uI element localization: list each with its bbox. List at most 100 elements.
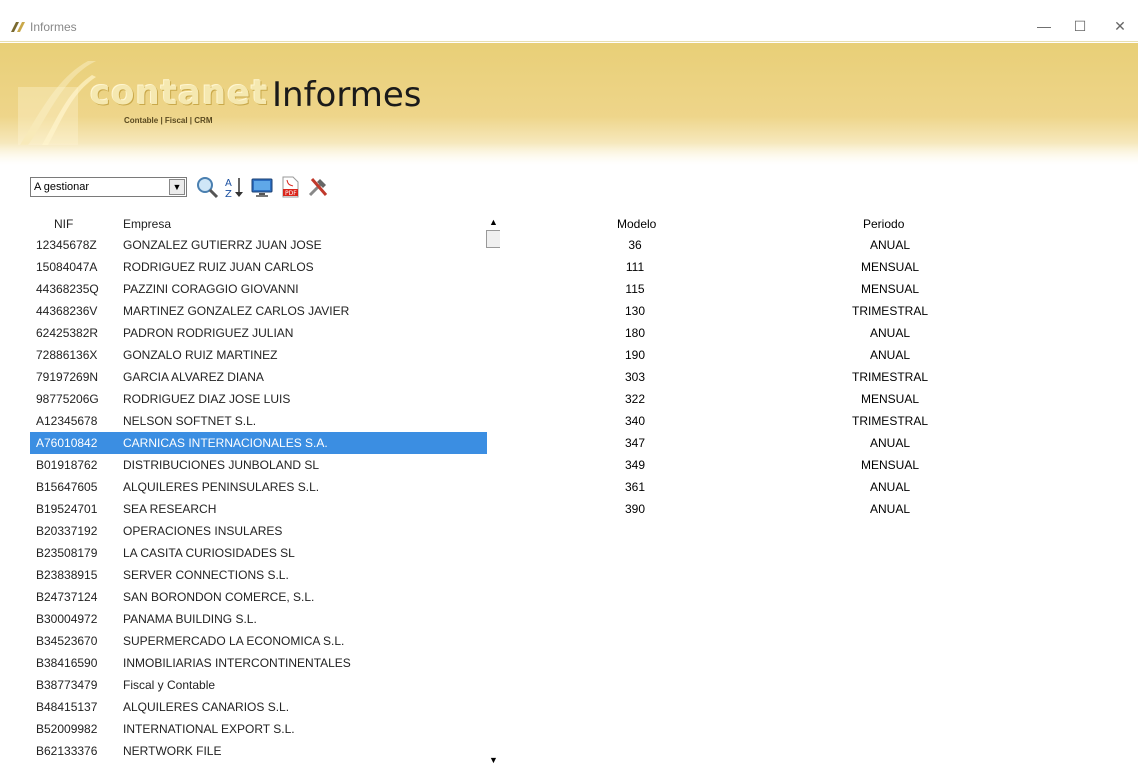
maximize-button[interactable]: ☐ [1070,16,1090,36]
cell-nif: B38416590 [36,656,98,670]
column-header-nif[interactable]: NIF [54,217,73,231]
table-row[interactable]: B34523670 SUPERMERCADO LA ECONOMICA S.L. [30,630,487,652]
table-row[interactable]: 12345678Z GONZALEZ GUTIERRZ JUAN JOSE [30,234,487,256]
cell-empresa: RODRIGUEZ DIAZ JOSE LUIS [123,392,291,406]
table-row[interactable]: B38416590 INMOBILIARIAS INTERCONTINENTALE… [30,652,487,674]
table-row[interactable]: B01918762 DISTRIBUCIONES JUNBOLAND SL [30,454,487,476]
table-row[interactable]: 98775206G RODRIGUEZ DIAZ JOSE LUIS [30,388,487,410]
cell-empresa: RODRIGUEZ RUIZ JUAN CARLOS [123,260,314,274]
cell-nif: 12345678Z [36,238,97,252]
cell-nif: 62425382R [36,326,99,340]
table-row[interactable]: 44368236V MARTINEZ GONZALEZ CARLOS JAVIER [30,300,487,322]
table-row[interactable]: 44368235Q PAZZINI CORAGGIO GIOVANNI [30,278,487,300]
list-item[interactable]: 390 ANUAL [590,498,1010,520]
scroll-down-arrow-icon[interactable]: ▼ [486,752,500,768]
list-item[interactable]: 111 MENSUAL [590,256,1010,278]
column-header-modelo[interactable]: Modelo [617,217,656,231]
list-item[interactable]: 340 TRIMESTRAL [590,410,1010,432]
cell-periodo: ANUAL [869,502,910,516]
column-header-periodo[interactable]: Periodo [863,217,904,231]
table-row[interactable]: B38773479 Fiscal y Contable [30,674,487,696]
cell-modelo: 340 [624,414,646,428]
cell-empresa: INMOBILIARIAS INTERCONTINENTALES [123,656,351,670]
cell-nif: B62133376 [36,744,98,758]
scroll-up-arrow-icon[interactable]: ▲ [486,214,500,230]
table-row[interactable]: B23508179 LA CASITA CURIOSIDADES SL [30,542,487,564]
cell-empresa: INTERNATIONAL EXPORT S.L. [123,722,295,736]
cell-modelo: 347 [624,436,646,450]
table-row[interactable]: 15084047A RODRIGUEZ RUIZ JUAN CARLOS [30,256,487,278]
minimize-button[interactable]: — [1034,16,1054,36]
model-list[interactable]: Modelo Periodo 36 ANUAL 111 MENSUAL 115 MENSU… [590,212,1010,532]
column-header-empresa[interactable]: Empresa [123,217,171,231]
table-row[interactable]: B15647605 ALQUILERES PENINSULARES S.L. [30,476,487,498]
list-item[interactable]: 36 ANUAL [590,234,1010,256]
list-item[interactable]: 322 MENSUAL [590,388,1010,410]
cell-periodo: MENSUAL [860,458,919,472]
table-row[interactable]: 79197269N GARCIA ALVAREZ DIANA [30,366,487,388]
svg-text:Z: Z [225,189,232,199]
table-row[interactable]: B52009982 INTERNATIONAL EXPORT S.L. [30,718,487,740]
cell-nif: A76010842 [36,436,98,450]
cell-nif: B20337192 [36,524,98,538]
list-item[interactable]: 303 TRIMESTRAL [590,366,1010,388]
cell-empresa: LA CASITA CURIOSIDADES SL [123,546,295,560]
scroll-thumb[interactable] [486,230,500,248]
cell-nif: 72886136X [36,348,98,362]
toolbar: A gestionar ▼ AZ PDF [30,172,370,202]
table-row[interactable]: B19524701 SEA RESEARCH [30,498,487,520]
cell-modelo: 349 [624,458,646,472]
cell-modelo: 303 [624,370,646,384]
company-list-scrollbar[interactable]: ▲ ▼ [485,212,500,774]
cell-nif: 44368235Q [36,282,99,296]
list-item[interactable]: 130 TRIMESTRAL [590,300,1010,322]
pdf-icon[interactable]: PDF [278,175,302,199]
cell-nif: A12345678 [36,414,98,428]
table-row[interactable]: B30004972 PANAMA BUILDING S.L. [30,608,487,630]
list-item[interactable]: 347 ANUAL [590,432,1010,454]
list-item[interactable]: 349 MENSUAL [590,454,1010,476]
table-row[interactable]: B23838915 SERVER CONNECTIONS S.L. [30,564,487,586]
tools-icon[interactable] [306,175,330,199]
cell-empresa: GARCIA ALVAREZ DIANA [123,370,264,384]
sort-az-icon[interactable]: AZ [223,175,247,200]
search-icon[interactable] [195,175,219,199]
table-row[interactable]: B24737124 SAN BORONDON COMERCE, S.L. [30,586,487,608]
cell-nif: B38773479 [36,678,98,692]
cell-empresa: NELSON SOFTNET S.L. [123,414,257,428]
monitor-icon[interactable] [250,175,274,199]
cell-nif: B48415137 [36,700,98,714]
company-list[interactable]: NIF Empresa 12345678Z GONZALEZ GUTIERRZ J… [30,212,500,774]
cell-modelo: 390 [624,502,646,516]
window-title: Informes [30,20,77,34]
list-item[interactable]: 180 ANUAL [590,322,1010,344]
filter-dropdown[interactable]: A gestionar ▼ [30,177,187,197]
table-row[interactable]: B62133376 NERTWORK FILE [30,740,487,762]
table-row[interactable]: 72886136X GONZALO RUIZ MARTINEZ [30,344,487,366]
company-list-header: NIF Empresa [30,215,485,235]
cell-periodo: ANUAL [869,326,910,340]
svg-text:PDF: PDF [285,190,297,197]
cell-empresa: ALQUILERES PENINSULARES S.L. [123,480,320,494]
close-button[interactable]: ✕ [1110,16,1130,36]
cell-periodo: ANUAL [869,238,910,252]
cell-empresa: CARNICAS INTERNACIONALES S.A. [123,436,328,450]
chevron-down-icon[interactable]: ▼ [169,179,185,195]
table-row[interactable]: B20337192 OPERACIONES INSULARES [30,520,487,542]
cell-periodo: MENSUAL [860,260,919,274]
cell-empresa: PANAMA BUILDING S.L. [123,612,257,626]
cell-nif: B23508179 [36,546,98,560]
cell-periodo: ANUAL [869,436,910,450]
cell-nif: B30004972 [36,612,98,626]
table-row-selected[interactable]: A76010842 CARNICAS INTERNACIONALES S.A. [30,432,487,454]
list-item[interactable]: 115 MENSUAL [590,278,1010,300]
table-row[interactable]: B48415137 ALQUILERES CANARIOS S.L. [30,696,487,718]
list-item[interactable]: 190 ANUAL [590,344,1010,366]
cell-modelo: 190 [624,348,646,362]
table-row[interactable]: A12345678 NELSON SOFTNET S.L. [30,410,487,432]
filter-dropdown-value: A gestionar [34,181,90,193]
cell-modelo: 361 [624,480,646,494]
cell-periodo: TRIMESTRAL [851,304,928,318]
list-item[interactable]: 361 ANUAL [590,476,1010,498]
table-row[interactable]: 62425382R PADRON RODRIGUEZ JULIAN [30,322,487,344]
